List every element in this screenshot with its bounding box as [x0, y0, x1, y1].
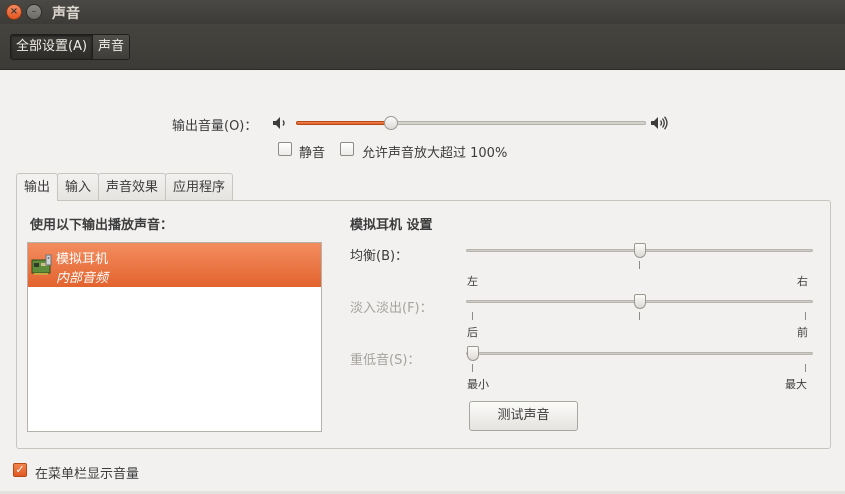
fade-right-tick	[805, 312, 806, 320]
mute-label: 静音	[299, 146, 326, 161]
subwoofer-min-label: 最小	[467, 378, 489, 391]
title-bar: × – 声音	[0, 0, 845, 24]
amplify-label: 允许声音放大超过 100%	[362, 146, 508, 161]
balance-right-label: 右	[797, 275, 808, 288]
fade-slider-knob[interactable]	[634, 294, 646, 309]
show-in-menubar-label: 在菜单栏显示音量	[35, 467, 140, 482]
test-sound-button[interactable]: 测试声音	[469, 401, 578, 431]
breadcrumb-sound[interactable]: 声音	[92, 35, 130, 59]
output-device-list[interactable]: 模拟耳机 内部音频	[27, 242, 322, 432]
mute-checkbox[interactable]	[278, 142, 292, 156]
subwoofer-right-tick	[805, 364, 806, 372]
subwoofer-slider-knob[interactable]	[467, 346, 479, 361]
subwoofer-left-tick	[472, 364, 473, 372]
minimize-icon[interactable]: –	[26, 4, 42, 20]
device-name: 模拟耳机	[56, 252, 109, 267]
device-description: 内部音频	[56, 271, 109, 286]
tab-bar: 输出 输入 声音效果 应用程序	[16, 173, 234, 201]
output-list-title: 使用以下输出播放声音：	[30, 218, 174, 233]
device-settings-title: 模拟耳机 设置	[350, 218, 433, 233]
balance-slider-knob[interactable]	[634, 243, 646, 258]
output-volume-label: 输出音量(O)：	[172, 119, 258, 134]
fade-rear-label: 后	[467, 326, 478, 339]
output-volume-slider-knob[interactable]	[384, 116, 398, 130]
balance-center-tick	[639, 261, 640, 269]
fade-front-label: 前	[797, 326, 808, 339]
balance-label: 均衡(B)：	[350, 249, 409, 264]
show-in-menubar-checkbox[interactable]: ✓	[13, 463, 27, 477]
fade-left-tick	[472, 312, 473, 320]
toolbar: 全部设置(A) 声音	[0, 24, 845, 70]
breadcrumb: 全部设置(A) 声音	[10, 34, 131, 60]
breadcrumb-all-settings[interactable]: 全部设置(A)	[11, 35, 93, 59]
subwoofer-label: 重低音(S)：	[350, 353, 421, 368]
window-title: 声音	[52, 6, 80, 22]
fade-label: 淡入淡出(F)：	[350, 301, 433, 316]
tab-sound-effects[interactable]: 声音效果	[98, 173, 167, 200]
fade-center-tick	[639, 312, 640, 320]
amplify-checkbox[interactable]	[340, 142, 354, 156]
balance-left-label: 左	[467, 275, 478, 288]
sound-card-icon	[31, 254, 52, 275]
speaker-low-icon	[273, 117, 285, 129]
output-volume-fill	[296, 121, 391, 125]
speaker-high-icon	[651, 116, 668, 130]
list-item[interactable]: 模拟耳机 内部音频	[28, 243, 321, 287]
tab-output[interactable]: 输出	[16, 173, 59, 201]
close-icon[interactable]: ×	[6, 4, 22, 20]
tab-applications[interactable]: 应用程序	[165, 173, 234, 200]
tab-input[interactable]: 输入	[57, 173, 100, 200]
subwoofer-max-label: 最大	[785, 378, 807, 391]
subwoofer-slider-track[interactable]	[466, 352, 813, 355]
